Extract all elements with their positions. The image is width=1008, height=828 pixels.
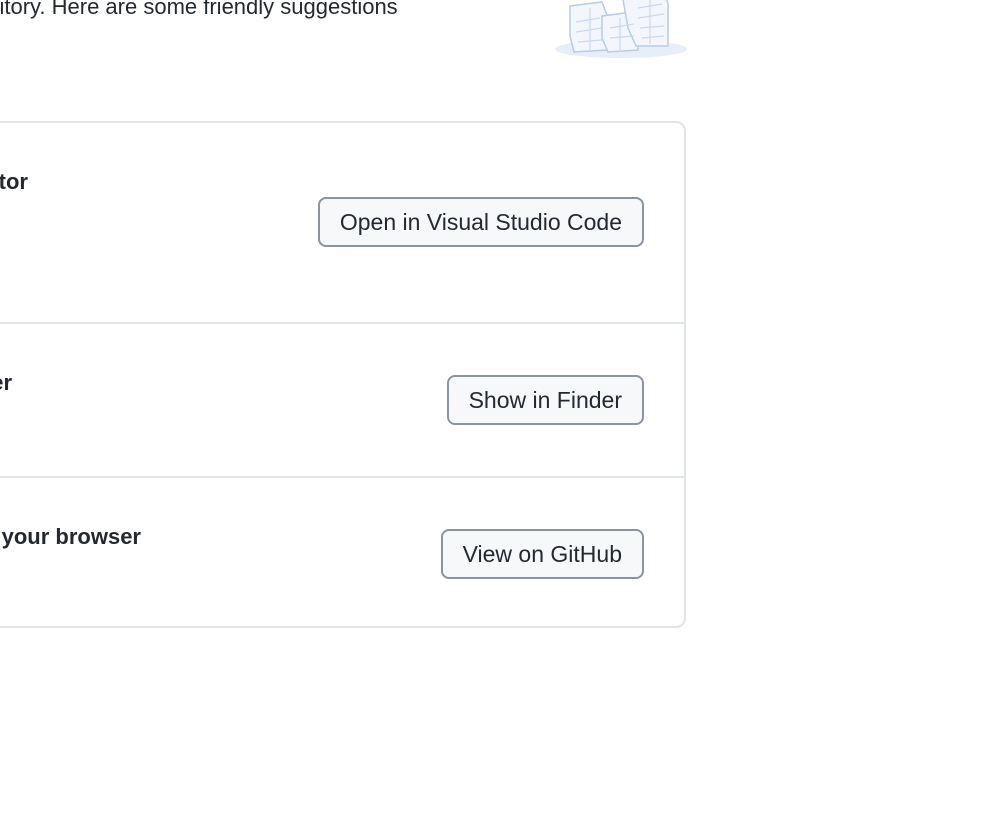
- suggestion-title: er: [0, 370, 12, 395]
- intro-text: pository. Here are some friendly suggest…: [0, 0, 398, 19]
- empty-repository-boxes-illustration: [555, 0, 687, 58]
- no-changes-view: pository. Here are some friendly suggest…: [0, 0, 1008, 828]
- suggestions-card: tor Open in Visual Studio Code er Show i…: [0, 121, 686, 628]
- suggestion-title: tor: [0, 169, 28, 194]
- suggestion-title: your browser: [1, 524, 141, 549]
- suggestion-open-in-editor: tor Open in Visual Studio Code: [0, 123, 684, 322]
- suggestion-view-on-github: your browser View on GitHub: [0, 476, 684, 628]
- suggestion-show-in-finder: er Show in Finder: [0, 322, 684, 476]
- show-in-finder-button[interactable]: Show in Finder: [446, 375, 644, 425]
- view-on-github-button[interactable]: View on GitHub: [440, 529, 644, 579]
- open-in-vscode-button[interactable]: Open in Visual Studio Code: [317, 197, 644, 247]
